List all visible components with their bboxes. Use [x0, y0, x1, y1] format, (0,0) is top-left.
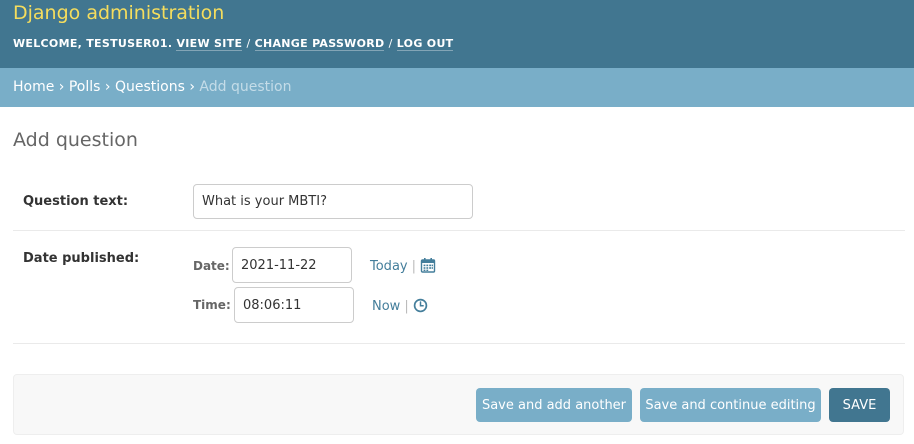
- calendar-icon[interactable]: [420, 258, 436, 273]
- question-text-input[interactable]: [193, 184, 473, 219]
- user-tools-separator: /: [246, 37, 251, 50]
- site-name[interactable]: Django administration: [13, 2, 224, 24]
- save-and-continue-editing-button[interactable]: Save and continue editing: [640, 388, 821, 422]
- time-input[interactable]: [234, 287, 354, 323]
- question-text-label: Question text:: [23, 194, 129, 209]
- breadcrumb-current: Add question: [199, 79, 292, 95]
- user-tools-separator: /: [388, 37, 393, 50]
- page-title: Add question: [13, 129, 138, 151]
- date-label: Date:: [193, 259, 230, 273]
- welcome-suffix: .: [167, 37, 173, 50]
- divider: [13, 343, 905, 344]
- submit-row: Save and add another Save and continue e…: [13, 374, 904, 435]
- view-site-link[interactable]: View site: [176, 37, 243, 51]
- breadcrumb-questions[interactable]: Questions: [115, 79, 185, 95]
- breadcrumb-separator: ›: [58, 79, 65, 95]
- now-link[interactable]: Now: [372, 299, 400, 314]
- time-label: Time:: [193, 298, 231, 312]
- user-tools: Welcome, testuser01. View site / Change …: [13, 37, 454, 51]
- clock-icon[interactable]: [413, 298, 428, 313]
- divider: [13, 230, 905, 231]
- username: testuser01: [86, 37, 168, 50]
- shortcut-separator: |: [404, 299, 409, 314]
- breadcrumb-home[interactable]: Home: [13, 79, 54, 95]
- today-link[interactable]: Today: [370, 259, 408, 274]
- date-published-label: Date published:: [23, 251, 140, 266]
- save-and-add-another-button[interactable]: Save and add another: [476, 388, 632, 422]
- breadcrumb: Home › Polls › Questions › Add question: [0, 68, 914, 107]
- save-button[interactable]: Save: [829, 388, 890, 422]
- shortcut-separator: |: [411, 259, 416, 274]
- change-password-link[interactable]: Change password: [254, 37, 385, 51]
- breadcrumb-polls[interactable]: Polls: [69, 79, 101, 95]
- time-shortcuts: Now |: [372, 298, 428, 314]
- date-input[interactable]: [232, 247, 352, 283]
- breadcrumb-separator: ›: [104, 79, 111, 95]
- welcome-text: Welcome,: [13, 37, 87, 50]
- header: Django administration Welcome, testuser0…: [0, 0, 914, 68]
- breadcrumb-separator: ›: [189, 79, 195, 95]
- log-out-link[interactable]: Log out: [396, 37, 454, 51]
- date-shortcuts: Today |: [370, 258, 436, 274]
